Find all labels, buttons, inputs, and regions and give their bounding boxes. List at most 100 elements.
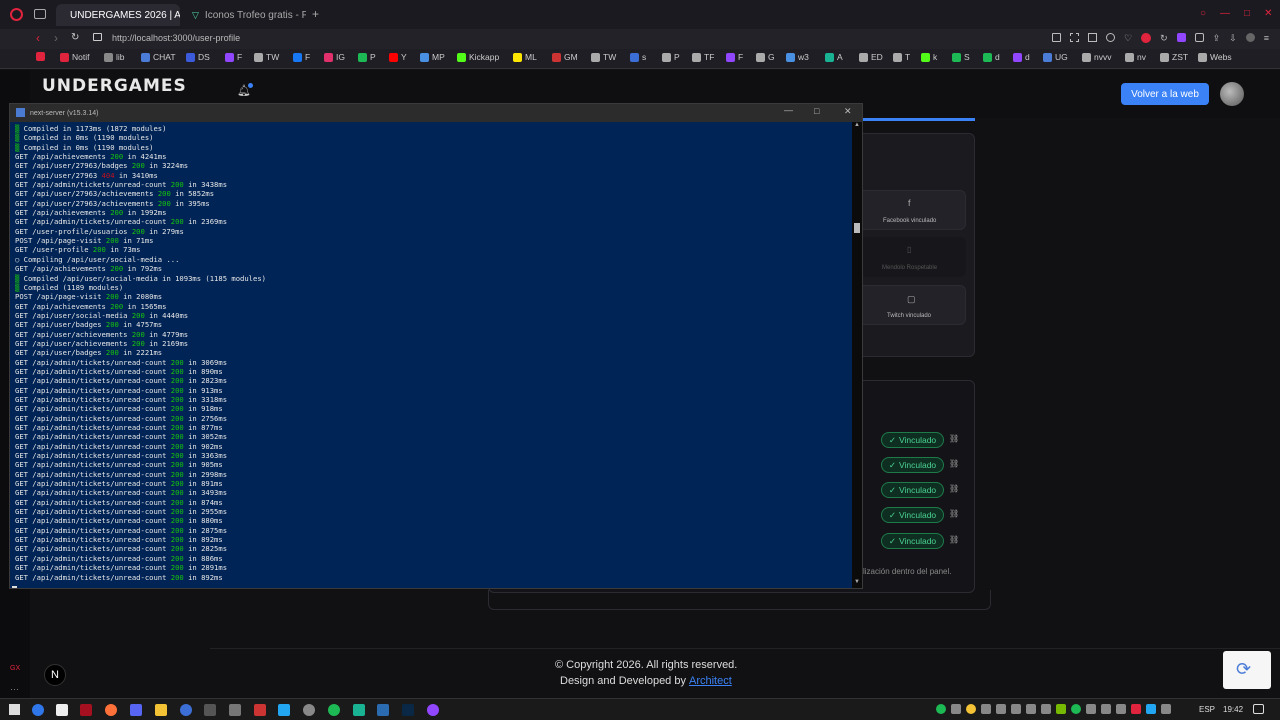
archive-icon[interactable] — [254, 704, 266, 716]
user-avatar[interactable] — [1220, 82, 1244, 106]
extension-icon[interactable] — [1176, 33, 1186, 42]
unlink-icon[interactable]: ⛓︎ — [949, 484, 959, 493]
unlink-icon[interactable]: ⛓︎ — [949, 459, 959, 468]
bookmark-item[interactable]: F — [293, 52, 310, 62]
next-dev-indicator[interactable]: N — [44, 664, 66, 686]
tray-icon[interactable] — [1161, 704, 1171, 714]
terminal-scrollbar[interactable]: ▲ ▼ — [852, 122, 862, 588]
scroll-down-icon[interactable]: ▼ — [854, 579, 860, 585]
bookmark-item[interactable]: ML — [513, 52, 537, 62]
tray-icon[interactable] — [951, 704, 961, 714]
bookmark-item[interactable]: IG — [324, 52, 345, 62]
chrome-icon[interactable] — [32, 704, 44, 716]
tray-icon[interactable] — [936, 704, 946, 714]
capture-icon[interactable] — [1088, 33, 1097, 42]
unlink-icon[interactable]: ⛓︎ — [949, 535, 959, 544]
terminal-titlebar[interactable]: next-server (v15.3.14) — □ ✕ — [10, 104, 862, 122]
bookmark-item[interactable]: TF — [692, 52, 714, 62]
site-logo[interactable]: UNDERGAMES — [42, 76, 187, 96]
tab-list-icon[interactable] — [34, 9, 46, 19]
tab-undergames[interactable]: UNDERGAMES 2026 | Acc — [56, 4, 180, 26]
calc-icon[interactable] — [229, 704, 241, 716]
volume-icon[interactable] — [1026, 704, 1036, 714]
browser-icon[interactable] — [180, 704, 192, 716]
linked-pill[interactable]: ✓ Vinculado — [881, 432, 944, 448]
facebook-linked-item[interactable]: f Facebook vinculado — [856, 190, 966, 230]
bookmark-item[interactable]: P — [358, 52, 376, 62]
bookmark-item[interactable]: lib — [104, 52, 125, 62]
unlink-icon[interactable]: ⛓︎ — [949, 509, 959, 518]
start-icon[interactable] — [9, 704, 20, 715]
heart-icon[interactable]: ♡ — [1124, 33, 1132, 44]
close-icon[interactable]: ✕ — [1264, 8, 1272, 19]
tray-icon[interactable] — [1116, 704, 1126, 714]
terminal-window[interactable]: next-server (v15.3.14) — □ ✕ ▒ Compiled … — [9, 103, 863, 589]
bookmark-item[interactable]: TW — [591, 52, 616, 62]
puzzle-icon[interactable] — [1194, 33, 1204, 42]
bookmark-item[interactable]: UG — [1043, 52, 1068, 62]
bookmark-item[interactable]: Webs — [1198, 52, 1232, 62]
download-icon[interactable]: ⇩ — [1229, 33, 1237, 44]
terminal-close-icon[interactable]: ✕ — [844, 106, 852, 117]
linked-pill[interactable]: ✓ Vinculado — [881, 482, 944, 498]
menu-icon[interactable]: ≡ — [1264, 33, 1269, 44]
twitch-app-icon[interactable] — [427, 704, 439, 716]
store-icon[interactable] — [56, 704, 68, 716]
bookmark-item[interactable]: F — [225, 52, 242, 62]
scrollbar-thumb[interactable] — [854, 223, 860, 233]
tray-icon[interactable] — [1056, 704, 1066, 714]
adblock-icon[interactable] — [1141, 33, 1152, 43]
firefox-icon[interactable] — [105, 704, 117, 716]
minimize-icon[interactable]: — — [1220, 8, 1230, 19]
bookmark-item[interactable]: nv — [1125, 52, 1146, 62]
tray-icon[interactable] — [1041, 704, 1051, 714]
bookmark-item[interactable]: d — [1013, 52, 1030, 62]
bookmark-item[interactable]: Y — [389, 52, 407, 62]
bookmark-item[interactable]: w3 — [786, 52, 809, 62]
player-icon[interactable] — [1106, 33, 1115, 42]
tray-icon[interactable] — [1131, 704, 1141, 714]
linked-pill[interactable]: ✓ Vinculado — [881, 507, 944, 523]
back-to-web-button[interactable]: Volver a la web — [1121, 83, 1209, 105]
bookmark-item[interactable]: Kickapp — [457, 52, 499, 62]
twitch-linked-item[interactable]: ▢ Twitch vinculado — [856, 285, 966, 325]
bookmark-item[interactable]: G — [756, 52, 775, 62]
profile-icon[interactable] — [1245, 33, 1255, 42]
site-info-icon[interactable] — [93, 33, 102, 41]
recaptcha-badge[interactable]: ⟳ — [1223, 651, 1271, 689]
scroll-up-icon[interactable]: ▲ — [854, 122, 860, 128]
vscode-icon[interactable] — [278, 704, 290, 716]
notifications-icon[interactable] — [1253, 704, 1264, 714]
tray-icon[interactable] — [996, 704, 1006, 714]
bookmark-item[interactable]: DS — [186, 52, 210, 62]
reload-icon[interactable]: ↻ — [71, 32, 79, 43]
maximize-icon[interactable]: □ — [1244, 8, 1250, 19]
bookmark-item[interactable]: k — [921, 52, 937, 62]
new-tab-icon[interactable]: + — [312, 7, 319, 21]
tray-icon[interactable] — [1071, 704, 1081, 714]
tray-icon[interactable] — [1101, 704, 1111, 714]
browser-logo-icon[interactable] — [10, 8, 23, 21]
linked-pill[interactable]: ✓ Vinculado — [881, 533, 944, 549]
bookmark-item[interactable]: d — [983, 52, 1000, 62]
share-icon[interactable]: ⇪ — [1213, 33, 1221, 44]
bookmark-item[interactable]: S — [952, 52, 970, 62]
clock[interactable]: 19:42 — [1223, 705, 1243, 714]
bookmark-item[interactable]: P — [662, 52, 680, 62]
bookmark-item[interactable]: ED — [859, 52, 883, 62]
forward-icon[interactable]: › — [54, 31, 58, 45]
unlink-icon[interactable]: ⛓︎ — [949, 434, 959, 443]
tab-iconos-trofeo[interactable]: ▽ Iconos Trofeo gratis - Flat — [184, 4, 306, 26]
tray-icon[interactable] — [1086, 704, 1096, 714]
bookmark-item[interactable]: TW — [254, 52, 279, 62]
bookmark-item[interactable]: GM — [552, 52, 578, 62]
bookmark-item[interactable]: F — [726, 52, 743, 62]
bookmark-item[interactable]: T — [893, 52, 910, 62]
search-icon[interactable]: ○ — [1200, 8, 1206, 19]
bookmark-item[interactable]: nvvv — [1082, 52, 1111, 62]
tray-icon[interactable] — [981, 704, 991, 714]
bookmark-item[interactable]: Notif — [60, 52, 89, 62]
photoshop-icon[interactable] — [402, 704, 414, 716]
bookmark-item[interactable]: MP — [420, 52, 445, 62]
vpn-icon[interactable]: ↻ — [1160, 33, 1168, 44]
